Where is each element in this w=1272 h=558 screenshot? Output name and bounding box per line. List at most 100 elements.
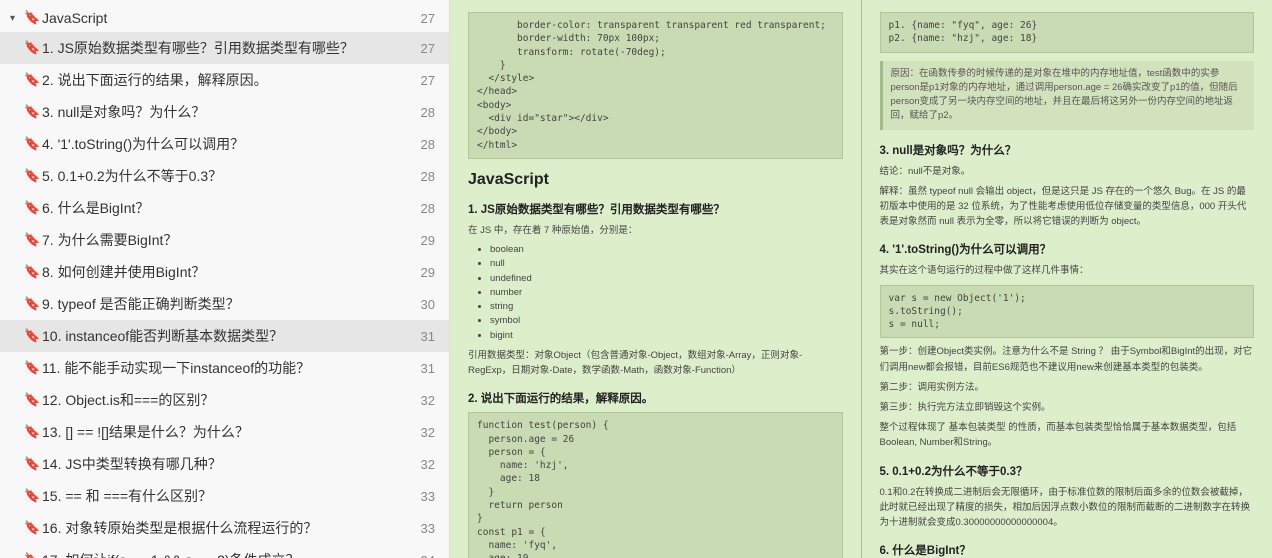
tree-item[interactable]: 🔖5. 0.1+0.2为什么不等于0.3？ 28: [0, 160, 449, 192]
tree-item[interactable]: 🔖9. typeof 是否能正确判断类型？ 30: [0, 288, 449, 320]
para: 其实在这个语句运行的过程中做了这样几件事情：: [880, 263, 1255, 278]
bookmark-icon: 🔖: [24, 264, 38, 280]
tree-item[interactable]: 🔖8. 如何创建并使用BigInt？29: [0, 256, 449, 288]
bookmark-icon: 🔖: [24, 72, 38, 88]
para: 第一步：创建Object类实例。注意为什么不是 String ？ 由于Symbo…: [880, 344, 1255, 374]
bookmark-icon: 🔖: [24, 296, 38, 312]
page-number: 31: [411, 361, 435, 376]
reason-block: 原因：在函数传参的时候传递的是对象在堆中的内存地址值，test函数中的实参per…: [880, 61, 1255, 130]
bookmark-icon: 🔖: [24, 520, 38, 536]
doc-h1: JavaScript: [468, 171, 843, 189]
tree-item[interactable]: 🔖17. 如何让if(a == 1 && a == 2)条件成立？34: [0, 544, 449, 558]
bookmark-icon: 🔖: [24, 40, 38, 56]
tree-item[interactable]: 🔖13. [] == ![]结果是什么？为什么？ 32: [0, 416, 449, 448]
outline-sidebar[interactable]: ▾ 🔖 JavaScript 27 🔖1. JS原始数据类型有哪些？引用数据类型…: [0, 0, 450, 558]
tree-item-label: 4. '1'.toString()为什么可以调用？: [42, 134, 244, 154]
tree-item-label: 14. JS中类型转换有哪几种？: [42, 454, 222, 474]
doc-h2-q4: 4. '1'.toString()为什么可以调用？: [880, 241, 1255, 257]
doc-h2-q3: 3. null是对象吗？为什么？: [880, 142, 1255, 158]
page-number: 29: [411, 233, 435, 248]
page-number: 31: [411, 329, 435, 344]
tree-item[interactable]: 🔖16. 对象转原始类型是根据什么流程运行的？ 33: [0, 512, 449, 544]
page-number: 33: [411, 489, 435, 504]
page-number: 28: [411, 137, 435, 152]
list-item: number: [490, 286, 843, 300]
tree-item[interactable]: 🔖15. == 和 ===有什么区别？33: [0, 480, 449, 512]
code-block-js: function test(person) { person.age = 26 …: [468, 412, 843, 558]
tree-item-label: 1. JS原始数据类型有哪些？引用数据类型有哪些？: [42, 38, 354, 58]
tree-item-label: 6. 什么是BigInt？: [42, 198, 149, 218]
code-block-output: p1. {name: "fyq", age: 26} p2. {name: "h…: [880, 12, 1255, 53]
tree-item[interactable]: 🔖2. 说出下面运行的结果，解释原因。 27: [0, 64, 449, 96]
tree-item[interactable]: 🔖12. Object.is和===的区别？32: [0, 384, 449, 416]
tree-root-label: JavaScript: [42, 10, 107, 26]
page-number: 27: [411, 11, 435, 26]
list-item: null: [490, 257, 843, 271]
primitive-list: booleannullundefinednumberstringsymbolbi…: [468, 243, 843, 343]
page-left: border-color: transparent transparent re…: [450, 0, 861, 558]
tree-item-label: 9. typeof 是否能正确判断类型？: [42, 294, 240, 314]
page-number: 32: [411, 425, 435, 440]
bookmark-icon: 🔖: [24, 392, 38, 408]
page-right: p1. {name: "fyq", age: 26} p2. {name: "h…: [861, 0, 1272, 558]
tree-root-node[interactable]: ▾ 🔖 JavaScript 27: [0, 4, 449, 32]
tree-item-label: 3. null是对象吗？为什么？: [42, 102, 205, 122]
bookmark-icon: 🔖: [24, 104, 38, 120]
bookmark-icon: 🔖: [24, 232, 38, 248]
page-number: 28: [411, 105, 435, 120]
page-number: 32: [411, 457, 435, 472]
tree-item-label: 7. 为什么需要BigInt？: [42, 230, 177, 250]
bookmark-icon: 🔖: [24, 360, 38, 376]
bookmark-icon: 🔖: [24, 200, 38, 216]
tree-item-label: 8. 如何创建并使用BigInt？: [42, 262, 205, 282]
page-number: 30: [411, 297, 435, 312]
list-item: bigint: [490, 329, 843, 343]
doc-h2-q5: 5. 0.1+0.2为什么不等于0.3？: [880, 463, 1255, 479]
para: 整个过程体现了 基本包装类型 的性质，而基本包装类型恰恰属于基本数据类型，包括B…: [880, 420, 1255, 450]
bookmark-icon: 🔖: [24, 10, 38, 26]
bookmark-icon: 🔖: [24, 168, 38, 184]
para: 0.1和0.2在转换成二进制后会无限循环，由于标准位数的限制后面多余的位数会被截…: [880, 485, 1255, 531]
doc-h2-q6: 6. 什么是BigInt？: [880, 542, 1255, 558]
tree-item[interactable]: 🔖6. 什么是BigInt？ 28: [0, 192, 449, 224]
tree-item-label: 11. 能不能手动实现一下instanceof的功能？: [42, 358, 310, 378]
tree-item[interactable]: 🔖10. instanceof能否判断基本数据类型？31: [0, 320, 449, 352]
page-number: 27: [411, 41, 435, 56]
bookmark-icon: 🔖: [24, 136, 38, 152]
para: 引用数据类型：对象Object（包含普通对象-Object，数组对象-Array…: [468, 348, 843, 378]
tree-item-label: 17. 如何让if(a == 1 && a == 2)条件成立？: [42, 550, 300, 558]
doc-h2-q1: 1. JS原始数据类型有哪些？引用数据类型有哪些？: [468, 201, 843, 217]
tree-item[interactable]: 🔖1. JS原始数据类型有哪些？引用数据类型有哪些？ 27: [0, 32, 449, 64]
page-number: 28: [411, 169, 435, 184]
tree-item-label: 5. 0.1+0.2为什么不等于0.3？: [42, 166, 222, 186]
tree-item[interactable]: 🔖3. null是对象吗？为什么？ 28: [0, 96, 449, 128]
bookmark-icon: 🔖: [24, 488, 38, 504]
bookmark-icon: 🔖: [24, 424, 38, 440]
para: 在 JS 中，存在着 7 种原始值，分别是：: [468, 223, 843, 238]
tree-item[interactable]: 🔖4. '1'.toString()为什么可以调用？ 28: [0, 128, 449, 160]
page-number: 34: [411, 553, 435, 558]
tree-item[interactable]: 🔖11. 能不能手动实现一下instanceof的功能？ 31: [0, 352, 449, 384]
para: 第三步：执行完方法立即销毁这个实例。: [880, 400, 1255, 415]
tree-item-label: 2. 说出下面运行的结果，解释原因。: [42, 70, 268, 90]
page-number: 27: [411, 73, 435, 88]
list-item: string: [490, 300, 843, 314]
doc-h2-q2: 2. 说出下面运行的结果，解释原因。: [468, 390, 843, 406]
page-number: 33: [411, 521, 435, 536]
page-number: 28: [411, 201, 435, 216]
document-viewer: border-color: transparent transparent re…: [450, 0, 1272, 558]
tree-item-label: 16. 对象转原始类型是根据什么流程运行的？: [42, 518, 317, 538]
para: 结论：null不是对象。: [880, 164, 1255, 179]
tree-item[interactable]: 🔖14. JS中类型转换有哪几种？32: [0, 448, 449, 480]
list-item: symbol: [490, 314, 843, 328]
para: 第二步：调用实例方法。: [880, 380, 1255, 395]
tree-item-label: 12. Object.is和===的区别？: [42, 390, 214, 410]
list-item: undefined: [490, 272, 843, 286]
para: 解释：虽然 typeof null 会输出 object，但是这只是 JS 存在…: [880, 184, 1255, 230]
code-block-css: border-color: transparent transparent re…: [468, 12, 843, 159]
list-item: boolean: [490, 243, 843, 257]
caret-down-icon: ▾: [10, 13, 20, 24]
code-block-tostring: var s = new Object('1'); s.toString(); s…: [880, 285, 1255, 339]
tree-item[interactable]: 🔖7. 为什么需要BigInt？ 29: [0, 224, 449, 256]
tree-item-label: 13. [] == ![]结果是什么？为什么？: [42, 422, 249, 442]
